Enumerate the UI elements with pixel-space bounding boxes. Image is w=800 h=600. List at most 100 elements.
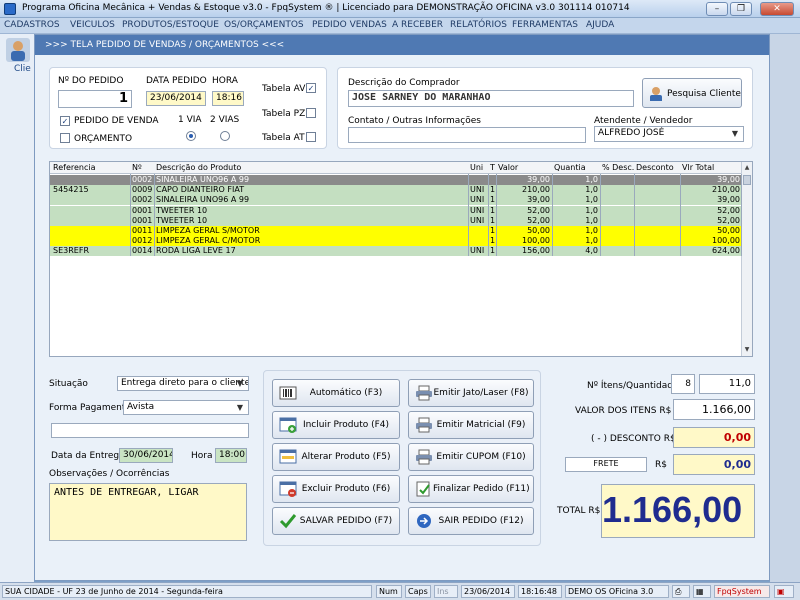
minimize-button[interactable]: – <box>706 2 728 16</box>
orcamento-checkbox[interactable] <box>60 133 70 143</box>
freight-value-field[interactable]: 0,00 <box>673 454 755 475</box>
finalize-order-button[interactable]: Finalizar Pedido (F11) <box>408 475 534 503</box>
cell-desc: CAPO DIANTEIRO FIAT <box>156 185 245 195</box>
menu-bar: CADASTROS VEICULOS PRODUTOS/ESTOQUE OS/O… <box>0 18 800 34</box>
situacao-label: Situação <box>49 379 88 389</box>
cell-pdesc <box>602 246 632 256</box>
cell-ref <box>53 195 128 205</box>
menu-ajuda[interactable]: AJUDA <box>586 20 614 30</box>
edit-product-button[interactable]: Alterar Produto (F5) <box>272 443 400 471</box>
tabela-pz-checkbox[interactable] <box>306 108 316 118</box>
edit-product-label: Alterar Produto (F5) <box>301 452 391 462</box>
cell-uni: UNI <box>470 215 485 225</box>
col-quantia: Quantia <box>554 163 586 172</box>
client-toolbar-button[interactable] <box>6 38 30 62</box>
add-row-icon <box>279 417 297 433</box>
table-scrollbar[interactable]: ▲ ▼ <box>741 162 752 356</box>
two-copies-radio[interactable] <box>220 131 230 141</box>
one-copy-radio[interactable] <box>186 131 196 141</box>
cell-uni: UNI <box>470 185 485 195</box>
delivery-date-field[interactable]: 30/06/2014 <box>119 448 173 463</box>
column-divider <box>496 174 497 256</box>
col-referencia: Referencia <box>53 163 96 172</box>
order-time-field[interactable]: 18:16 <box>212 91 244 106</box>
menu-produtos[interactable]: PRODUTOS/ESTOQUE <box>122 20 219 30</box>
cell-valor: 52,00 <box>527 205 550 215</box>
menu-os-orcamentos[interactable]: OS/ORÇAMENTOS <box>224 20 304 30</box>
order-number-field[interactable]: 1 <box>58 90 132 108</box>
cell-ref: SE3REFR <box>53 246 89 256</box>
table-header: Referencia Nº Descrição do Produto Uni T… <box>50 162 742 174</box>
discount-label: ( - ) DESCONTO R$ <box>591 434 676 444</box>
print-receipt-button[interactable]: Emitir CUPOM (F10) <box>408 443 534 471</box>
discount-field[interactable]: 0,00 <box>673 427 755 448</box>
pedido-venda-checkbox[interactable]: ✓ <box>60 116 70 126</box>
tabela-at-checkbox[interactable] <box>306 132 316 142</box>
orcamento-label: ORÇAMENTO <box>74 134 133 144</box>
items-count-label: Nº Ítens/Quantidade <box>587 381 679 391</box>
seller-select[interactable]: ALFREDO JOSÉ ▼ <box>594 126 744 142</box>
add-product-label: Incluir Produto (F4) <box>302 420 390 430</box>
payment-select[interactable]: Avista ▼ <box>123 400 249 415</box>
print-laser-button[interactable]: Emitir Jato/Laser (F8) <box>408 379 534 407</box>
menu-pedido-vendas[interactable]: PEDIDO VENDAS <box>312 20 387 30</box>
cell-ref <box>53 226 128 236</box>
extra-field[interactable] <box>51 423 249 438</box>
menu-a-receber[interactable]: A RECEBER <box>392 20 443 30</box>
payment-value: Avista <box>127 402 155 412</box>
status-demo: DEMO OS OFicina 3.0 <box>565 585 669 598</box>
freight-field[interactable]: FRETE <box>565 457 647 472</box>
tabela-pz-label: Tabela PZ <box>262 109 306 119</box>
scroll-up-icon[interactable]: ▲ <box>743 164 751 172</box>
cell-num: 0014 <box>132 246 153 256</box>
search-client-button[interactable]: Pesquisa Cliente <box>642 78 742 108</box>
tabela-at-label: Tabela AT <box>262 133 305 143</box>
app-icon <box>4 3 16 15</box>
menu-veiculos[interactable]: VEICULOS <box>70 20 115 30</box>
status-ins: Ins <box>434 585 458 598</box>
automatic-button[interactable]: Automático (F3) <box>272 379 400 407</box>
delete-product-button[interactable]: Excluir Produto (F6) <box>272 475 400 503</box>
cell-qtd: 1,0 <box>585 215 598 225</box>
add-product-button[interactable]: Incluir Produto (F4) <box>272 411 400 439</box>
situacao-select[interactable]: Entrega direto para o cliente ▼ <box>117 376 249 391</box>
close-button[interactable]: ✕ <box>760 2 794 16</box>
cell-pdesc <box>602 206 632 216</box>
cell-desconto <box>636 236 678 246</box>
observations-label: Observações / Ocorrências <box>49 469 170 479</box>
column-divider <box>680 174 681 256</box>
tabela-av-checkbox[interactable]: ✓ <box>306 83 316 93</box>
column-divider <box>488 174 489 256</box>
column-divider <box>552 174 553 256</box>
order-date-field[interactable]: 23/06/2014 <box>146 91 206 106</box>
buyer-description-field[interactable]: JOSE SARNEY DO MARANHAO <box>348 90 634 107</box>
cell-ref <box>53 236 128 246</box>
maximize-button[interactable]: ❐ <box>730 2 752 16</box>
delivery-time-field[interactable]: 18:00 <box>215 448 247 463</box>
printer-icon <box>416 417 432 433</box>
save-order-button[interactable]: SALVAR PEDIDO (F7) <box>272 507 400 535</box>
exit-order-button[interactable]: SAIR PEDIDO (F12) <box>408 507 534 535</box>
items-table[interactable]: Referencia Nº Descrição do Produto Uni T… <box>49 161 753 357</box>
contact-field[interactable] <box>348 127 586 143</box>
status-num: Num <box>376 585 402 598</box>
col-t: T <box>490 163 495 172</box>
menu-relatorios[interactable]: RELATÓRIOS <box>450 20 507 30</box>
print-matrix-button[interactable]: Emitir Matricial (F9) <box>408 411 534 439</box>
cell-num: 0001 <box>132 215 153 225</box>
column-divider <box>634 174 635 256</box>
cell-desconto <box>636 195 678 205</box>
cell-pdesc <box>602 185 632 195</box>
scroll-down-icon[interactable]: ▼ <box>743 346 751 354</box>
cell-valor: 52,00 <box>527 215 550 225</box>
checkmark-icon <box>279 514 297 529</box>
actions-panel: Automático (F3) Incluir Produto (F4) Alt… <box>263 370 541 546</box>
menu-ferramentas[interactable]: FERRAMENTAS <box>512 20 578 30</box>
scroll-thumb[interactable] <box>743 175 751 185</box>
cell-desconto <box>636 206 678 216</box>
observations-field[interactable]: ANTES DE ENTREGAR, LIGAR <box>49 483 247 541</box>
items-count-field: 8 <box>671 374 695 394</box>
menu-cadastros[interactable]: CADASTROS <box>4 20 60 30</box>
column-divider <box>741 174 742 256</box>
cell-uni: UNI <box>470 205 485 215</box>
